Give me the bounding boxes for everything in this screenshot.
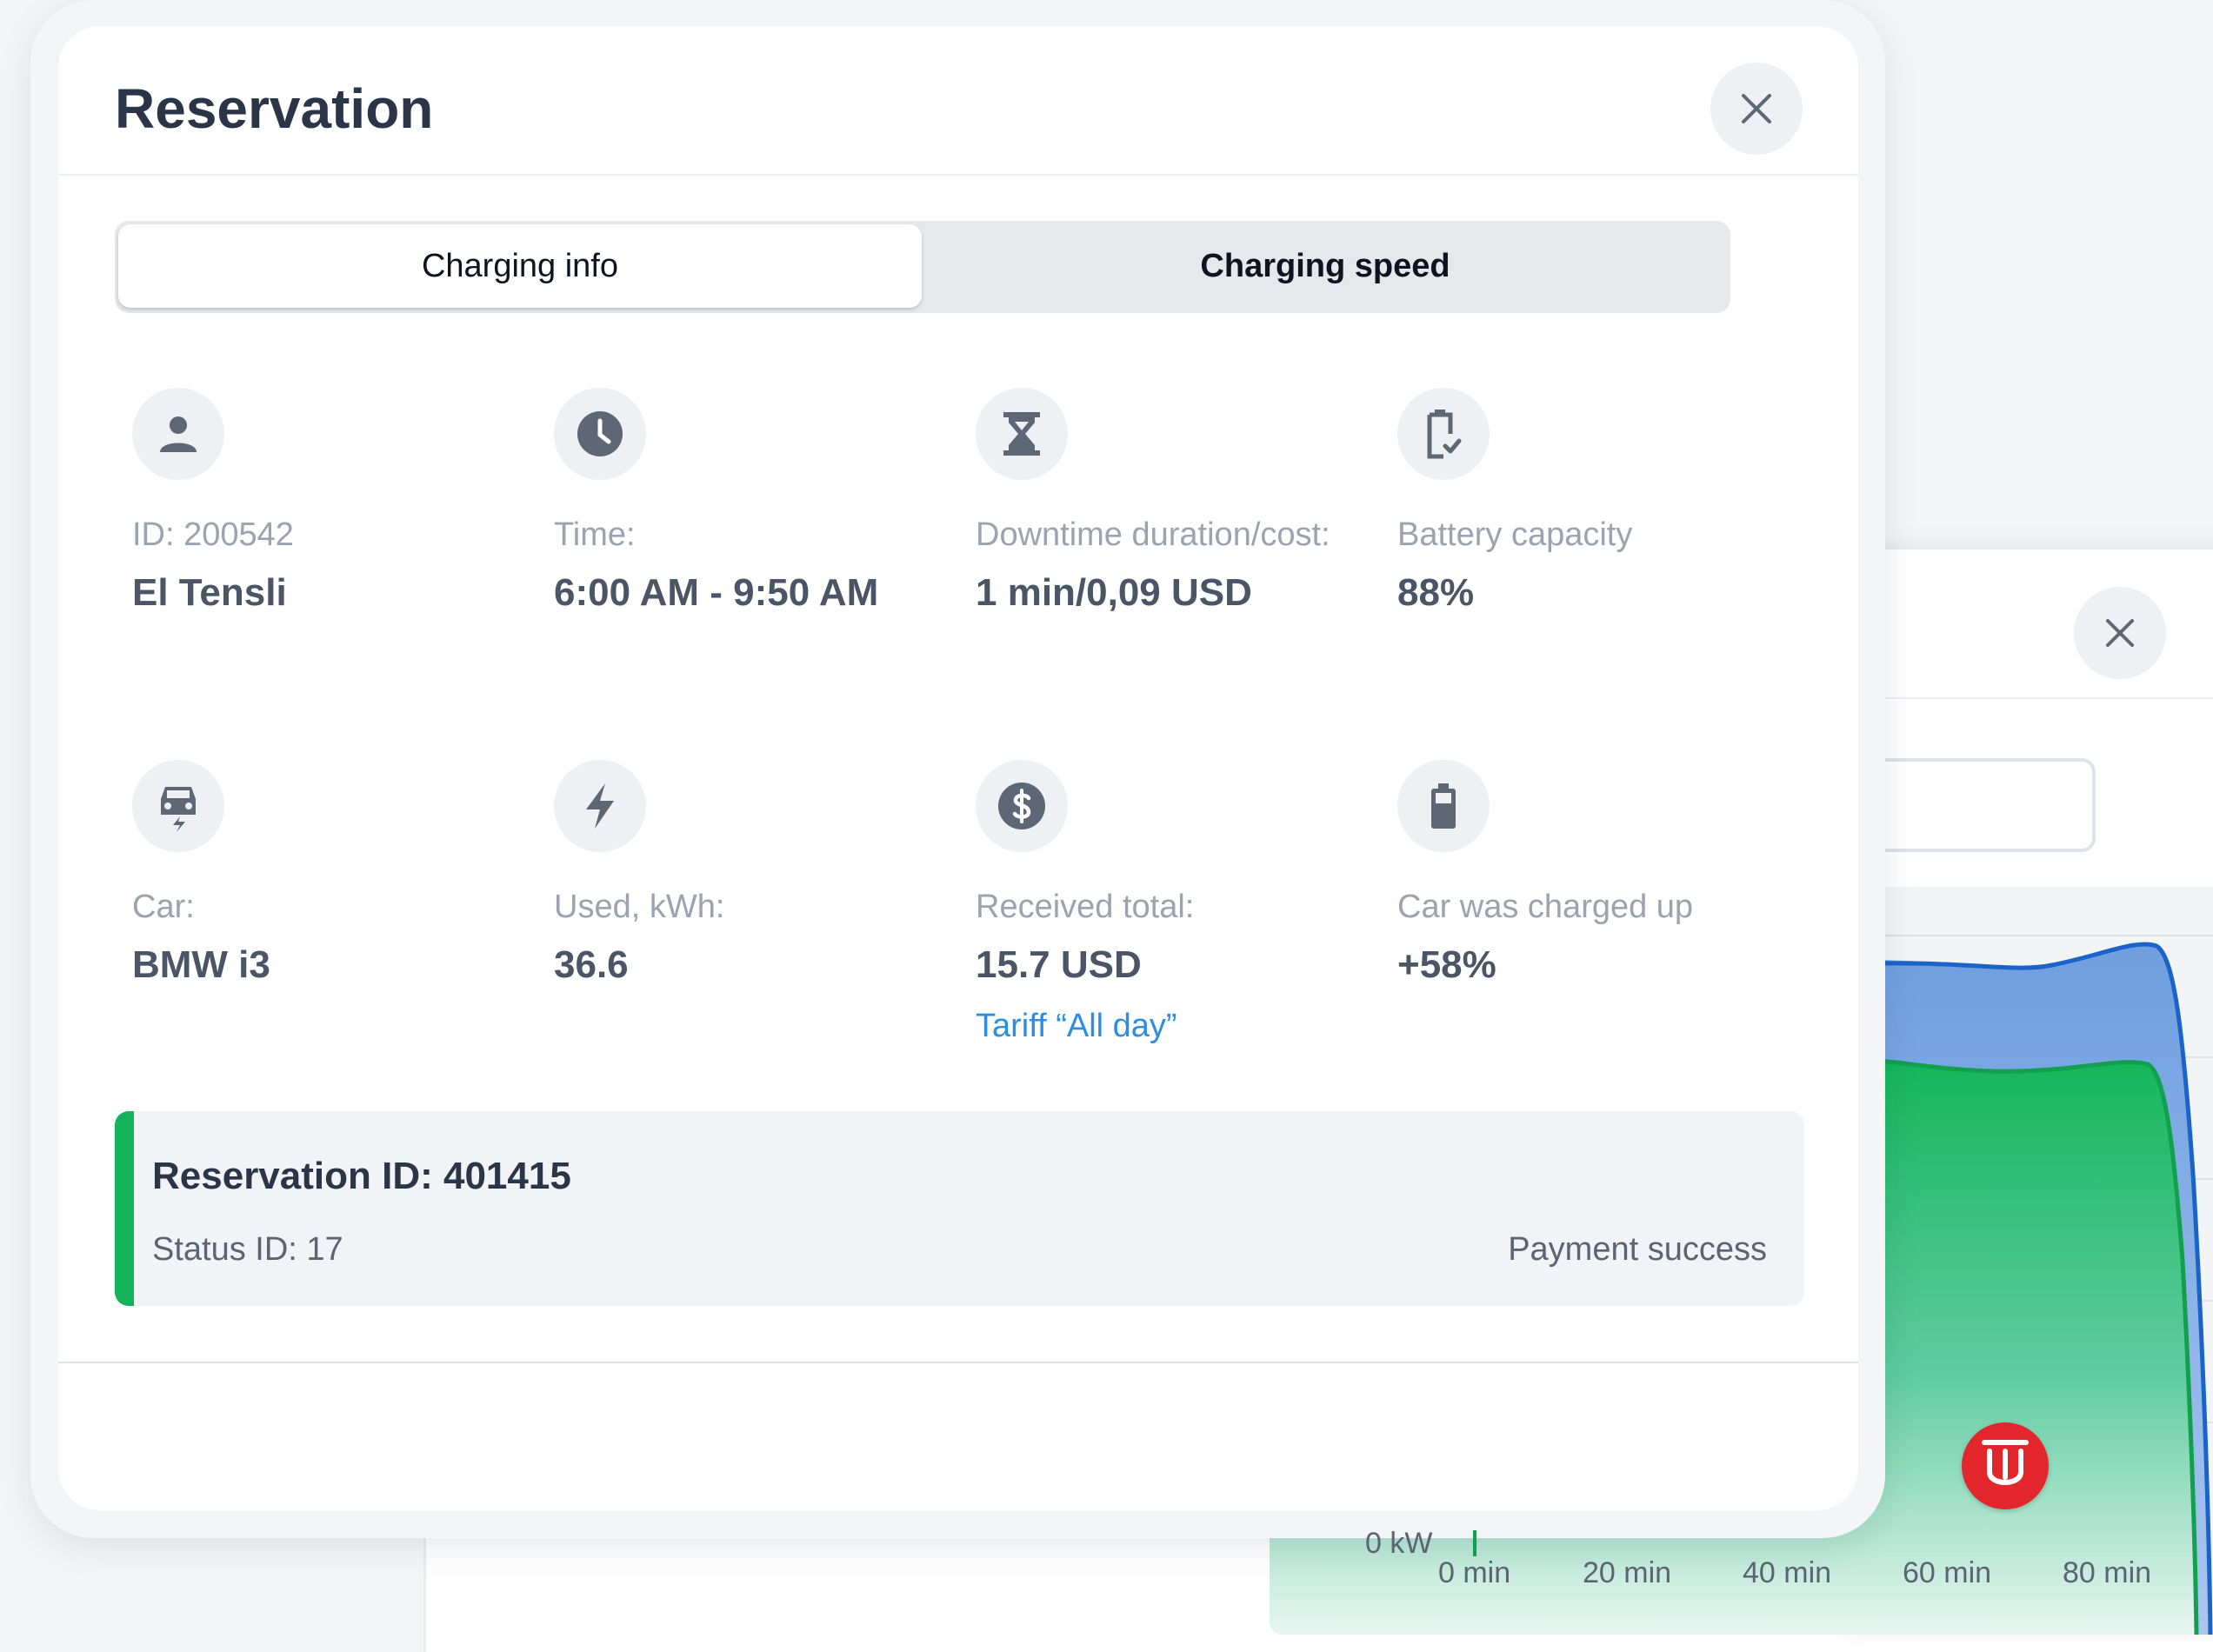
close-icon bbox=[1742, 94, 1771, 123]
used-kwh-value: 36.6 bbox=[554, 943, 629, 986]
footer-divider bbox=[58, 1362, 1858, 1363]
info-used-kwh: Used, kWh: 36.6 bbox=[554, 760, 963, 987]
charged-up-value: +58% bbox=[1397, 943, 1496, 986]
x-tick-label: 20 min bbox=[1583, 1556, 1672, 1589]
info-time: Time: 6:00 AM - 9:50 AM bbox=[554, 388, 963, 615]
user-id-label: ID: 200542 bbox=[132, 516, 294, 553]
time-label: Time: bbox=[554, 516, 636, 553]
car-label: Car: bbox=[132, 889, 195, 925]
info-charged-up: Car was charged up +58% bbox=[1397, 760, 1806, 987]
info-user-id: ID: 200542 El Tensli bbox=[132, 388, 541, 615]
x-tick-label: 80 min bbox=[2063, 1556, 2152, 1589]
header-divider bbox=[58, 174, 1858, 176]
axis-tick-mark bbox=[1473, 1530, 1476, 1556]
car-value: BMW i3 bbox=[132, 943, 270, 986]
battery-capacity-value: 88% bbox=[1397, 571, 1475, 614]
x-tick-label: 0 min bbox=[1438, 1556, 1511, 1589]
tab-charging-speed[interactable]: Charging speed bbox=[923, 224, 1727, 308]
car-charging-icon bbox=[132, 760, 224, 852]
dollar-icon bbox=[976, 760, 1068, 852]
info-car: Car: BMW i3 bbox=[132, 760, 541, 987]
used-kwh-label: Used, kWh: bbox=[554, 889, 725, 925]
info-downtime: Downtime duration/cost: 1 min/0,09 USD bbox=[976, 388, 1384, 615]
charged-up-label: Car was charged up bbox=[1397, 889, 1694, 925]
clock-icon bbox=[554, 388, 646, 480]
brand-logo bbox=[1962, 1422, 2049, 1509]
downtime-value: 1 min/0,09 USD bbox=[976, 571, 1252, 614]
modal-title: Reservation bbox=[115, 77, 434, 140]
info-received-total: Received total: 15.7 USD Tariff “All day… bbox=[976, 760, 1384, 1045]
reservation-modal: Reservation Charging info Charging speed… bbox=[58, 26, 1858, 1510]
payment-status: Payment success bbox=[1508, 1231, 1767, 1268]
reservation-card: Reservation ID: 401415 Status ID: 17 Pay… bbox=[115, 1111, 1804, 1306]
received-total-label: Received total: bbox=[976, 889, 1195, 925]
status-accent-bar bbox=[115, 1111, 134, 1306]
user-name-value: El Tensli bbox=[132, 571, 287, 614]
x-tick-label: 60 min bbox=[1903, 1556, 1992, 1589]
received-total-value: 15.7 USD bbox=[976, 943, 1142, 986]
reservation-id: Reservation ID: 401415 bbox=[152, 1155, 571, 1197]
lightning-icon bbox=[554, 760, 646, 852]
close-button[interactable] bbox=[1710, 63, 1803, 155]
y-tick-label: 0 kW bbox=[1365, 1527, 1433, 1560]
hourglass-icon bbox=[976, 388, 1068, 480]
downtime-label: Downtime duration/cost: bbox=[976, 516, 1330, 553]
close-icon bbox=[2106, 619, 2134, 647]
battery-icon bbox=[1397, 760, 1490, 852]
status-id: Status ID: 17 bbox=[152, 1231, 343, 1268]
u-logo-icon bbox=[1982, 1440, 2029, 1485]
tab-charging-info[interactable]: Charging info bbox=[118, 224, 922, 308]
battery-check-icon bbox=[1397, 388, 1490, 480]
x-tick-label: 40 min bbox=[1743, 1556, 1832, 1589]
user-icon bbox=[132, 388, 224, 480]
info-battery-capacity: Battery capacity 88% bbox=[1397, 388, 1806, 615]
back-close-button[interactable] bbox=[2074, 587, 2166, 679]
time-value: 6:00 AM - 9:50 AM bbox=[554, 571, 879, 614]
tariff-link[interactable]: Tariff “All day” bbox=[976, 1008, 1384, 1045]
tab-bar: Charging info Charging speed bbox=[115, 221, 1730, 313]
battery-capacity-label: Battery capacity bbox=[1397, 516, 1633, 553]
